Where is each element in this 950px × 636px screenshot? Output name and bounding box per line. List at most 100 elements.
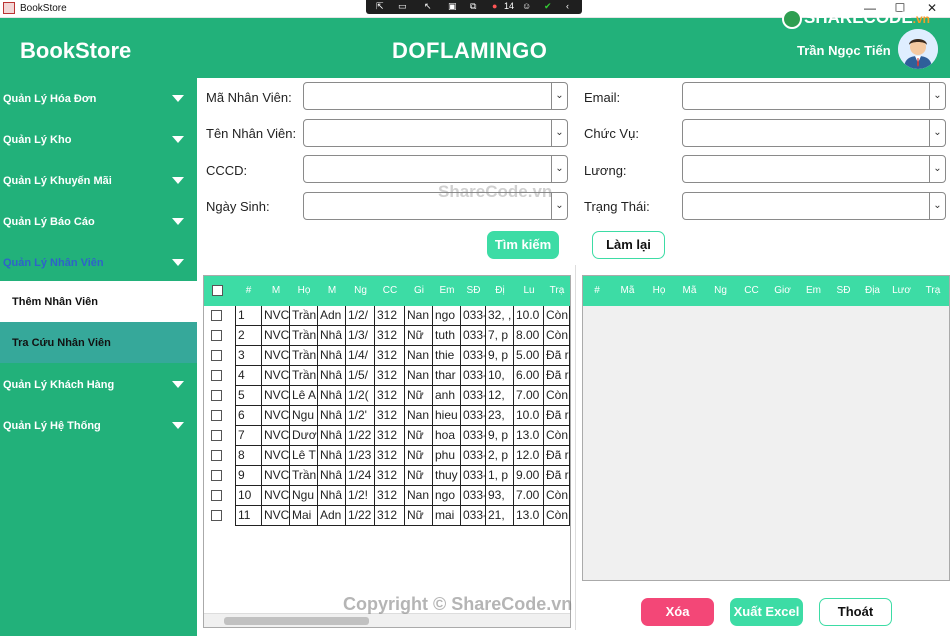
select-all-header[interactable] bbox=[204, 276, 235, 306]
column-header[interactable]: SĐ bbox=[829, 276, 858, 306]
status-combo[interactable]: ⌄ bbox=[682, 192, 946, 220]
salary-combo[interactable]: ⌄ bbox=[682, 155, 946, 183]
sidebar-item-employees[interactable]: Quản Lý Nhân Viên bbox=[0, 242, 197, 283]
export-excel-button[interactable]: Xuất Excel bbox=[730, 598, 803, 626]
table-row[interactable]: 1 NVC Trần Adn 1/2/312 Nan ngo 033- 32, , 10.0 Còn bbox=[204, 306, 570, 326]
employee-table[interactable]: # M Họ M Ng CC Gi Em SĐ Đị Lu Trạ 1 NVC Trần Adn 1/2/31… bbox=[203, 275, 571, 628]
table-row[interactable]: 5 NVC Lê A Nhâ 1/2(312 Nữ anh 033- 12, 7.00 Còn bbox=[204, 386, 570, 406]
column-header[interactable]: Địa bbox=[858, 276, 887, 306]
pin-icon[interactable]: ⇱ bbox=[376, 1, 384, 12]
column-header[interactable]: Em bbox=[433, 276, 461, 306]
row-checkbox[interactable] bbox=[211, 350, 222, 361]
column-header[interactable]: CC bbox=[375, 276, 405, 306]
sidebar-subitem-search-employee[interactable]: Tra Cứu Nhân Viên bbox=[0, 322, 197, 363]
table-cell: Đã r bbox=[544, 346, 570, 366]
accessibility-icon[interactable]: ☺ bbox=[522, 1, 531, 11]
sidebar-item-system[interactable]: Quản Lý Hệ Thống bbox=[0, 405, 197, 446]
column-header[interactable]: SĐ bbox=[461, 276, 486, 306]
row-checkbox[interactable] bbox=[211, 390, 222, 401]
table-cell: NVC bbox=[262, 366, 290, 386]
table-row[interactable]: 7 NVC Dươ Nhâ 1/22 312 Nữ hoa 033- 9, p 13.0 Còn bbox=[204, 426, 570, 446]
chevron-down-icon[interactable]: ⌄ bbox=[929, 193, 945, 219]
delete-button[interactable]: Xóa bbox=[641, 598, 714, 626]
column-header[interactable]: # bbox=[235, 276, 262, 306]
chevron-down-icon[interactable]: ⌄ bbox=[551, 156, 567, 182]
row-checkbox[interactable] bbox=[211, 470, 222, 481]
table-row[interactable]: 2 NVC Trần Nhâ 1/3/312 Nữ tuth 033- 7, p 8.00 Còn bbox=[204, 326, 570, 346]
row-checkbox[interactable] bbox=[211, 490, 222, 501]
table-row[interactable]: 11 NVC Mai Adn 1/22 312 Nữ mai 033- 21, 13.0 Còn bbox=[204, 506, 570, 526]
column-header[interactable]: Ng bbox=[346, 276, 375, 306]
cursor-icon[interactable]: ↖ bbox=[424, 1, 432, 12]
mic-icon[interactable]: ● bbox=[492, 1, 497, 11]
window-icon[interactable]: ▣ bbox=[448, 1, 457, 12]
chevron-down-icon[interactable]: ⌄ bbox=[551, 83, 567, 109]
row-checkbox[interactable] bbox=[211, 370, 222, 381]
column-header[interactable]: Gi bbox=[405, 276, 433, 306]
table-cell: 1/2( bbox=[346, 386, 375, 406]
table-cell: 10.0 bbox=[514, 306, 544, 326]
table-cell: NVC bbox=[262, 386, 290, 406]
column-header[interactable]: Em bbox=[798, 276, 829, 306]
row-checkbox[interactable] bbox=[211, 410, 222, 421]
column-header[interactable]: Lươ bbox=[887, 276, 916, 306]
chevron-left-icon[interactable]: ‹ bbox=[566, 1, 569, 11]
reset-button[interactable]: Làm lại bbox=[592, 231, 665, 259]
employee-id-combo[interactable]: ⌄ bbox=[303, 82, 568, 110]
email-combo[interactable]: ⌄ bbox=[682, 82, 946, 110]
column-header[interactable]: M bbox=[318, 276, 346, 306]
column-header[interactable]: Lu bbox=[514, 276, 544, 306]
table-cell: 8.00 bbox=[514, 326, 544, 346]
row-checkbox[interactable] bbox=[211, 450, 222, 461]
search-button[interactable]: Tìm kiếm bbox=[487, 231, 559, 259]
scrollbar-thumb[interactable] bbox=[224, 617, 369, 625]
column-header[interactable]: # bbox=[583, 276, 611, 306]
chevron-down-icon[interactable]: ⌄ bbox=[551, 120, 567, 146]
select-all-checkbox[interactable] bbox=[212, 285, 223, 296]
sidebar-item-promotions[interactable]: Quản Lý Khuyến Mãi bbox=[0, 160, 197, 201]
position-combo[interactable]: ⌄ bbox=[682, 119, 946, 147]
sidebar-item-reports[interactable]: Quản Lý Báo Cáo bbox=[0, 201, 197, 242]
id-card-combo[interactable]: ⌄ bbox=[303, 155, 568, 183]
table-row[interactable]: 10 NVC Ngu Nhâ 1/2! 312 Nan ngo 033- 93, 7.00 Còn bbox=[204, 486, 570, 506]
selected-employee-table[interactable]: # Mã Họ Mã Ng CC Giơ Em SĐ Địa Lươ Trạ bbox=[582, 275, 950, 581]
table-cell: Trần bbox=[290, 306, 318, 326]
sidebar-subitem-add-employee[interactable]: Thêm Nhân Viên bbox=[0, 281, 197, 322]
column-header[interactable]: Họ bbox=[644, 276, 674, 306]
column-header[interactable]: Họ bbox=[290, 276, 318, 306]
column-header[interactable]: Mã bbox=[611, 276, 644, 306]
column-header[interactable]: Trạ bbox=[544, 276, 570, 306]
chevron-down-icon[interactable]: ⌄ bbox=[929, 83, 945, 109]
sidebar-item-invoices[interactable]: Quản Lý Hóa Đơn bbox=[0, 78, 197, 119]
table-row[interactable]: 9 NVC Trần Nhâ 1/24 312 Nữ thuy 033- 1, p 9.00 Đã r bbox=[204, 466, 570, 486]
exit-button[interactable]: Thoát bbox=[819, 598, 892, 626]
chevron-down-icon[interactable]: ⌄ bbox=[551, 193, 567, 219]
table-cell: 033- bbox=[461, 506, 486, 526]
record-icon[interactable]: ▭ bbox=[398, 1, 407, 12]
sidebar-item-warehouse[interactable]: Quản Lý Kho bbox=[0, 119, 197, 160]
column-header[interactable]: Giơ bbox=[767, 276, 798, 306]
avatar[interactable] bbox=[898, 29, 938, 69]
employee-name-combo[interactable]: ⌄ bbox=[303, 119, 568, 147]
column-header[interactable]: Ng bbox=[705, 276, 736, 306]
table-row[interactable]: 4 NVC Trần Nhâ 1/5/312 Nan thar 033- 10, 6.00 Đã r bbox=[204, 366, 570, 386]
table-row[interactable]: 6 NVC Ngu Nhâ 1/2' 312 Nan hieu 033- 23, 10.0 Đã r bbox=[204, 406, 570, 426]
crop-icon[interactable]: ⧉ bbox=[470, 1, 476, 12]
table-row[interactable]: 8 NVC Lê T Nhâ 1/23 312 Nữ phu 033- 2, p 12.0 Đã r bbox=[204, 446, 570, 466]
sidebar-item-customers[interactable]: Quản Lý Khách Hàng bbox=[0, 364, 197, 405]
column-header[interactable]: CC bbox=[736, 276, 767, 306]
row-checkbox[interactable] bbox=[211, 310, 222, 321]
chevron-down-icon[interactable]: ⌄ bbox=[929, 120, 945, 146]
row-checkbox[interactable] bbox=[211, 330, 222, 341]
horizontal-scrollbar[interactable] bbox=[204, 613, 570, 627]
page-title: DOFLAMINGO bbox=[392, 38, 548, 63]
column-header[interactable]: M bbox=[262, 276, 290, 306]
column-header[interactable]: Mã bbox=[674, 276, 705, 306]
column-header[interactable]: Đị bbox=[486, 276, 514, 306]
row-checkbox[interactable] bbox=[211, 430, 222, 441]
table-row[interactable]: 3 NVC Trần Nhâ 1/4/312 Nan thie 033- 9, p 5.00 Đã … bbox=[204, 346, 570, 366]
chevron-down-icon[interactable]: ⌄ bbox=[929, 156, 945, 182]
column-header[interactable]: Trạ bbox=[916, 276, 949, 306]
check-icon[interactable]: ✔ bbox=[544, 1, 552, 12]
row-checkbox[interactable] bbox=[211, 510, 222, 521]
